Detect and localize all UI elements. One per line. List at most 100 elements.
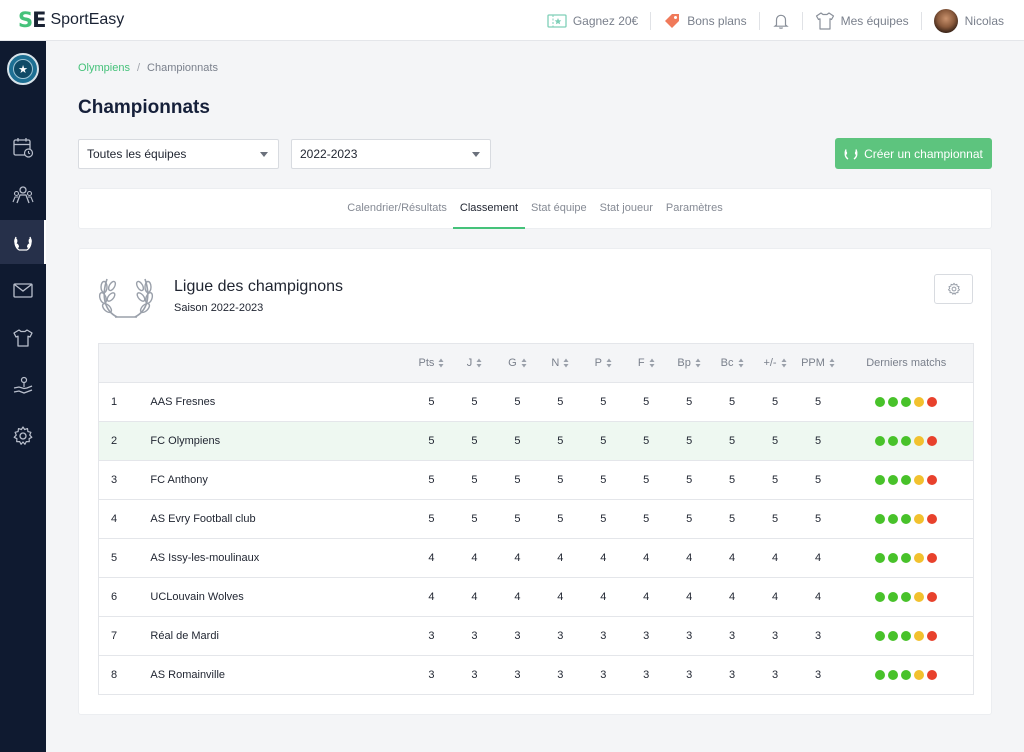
- team-name[interactable]: FC Olympiens: [150, 422, 410, 461]
- sporteasy-logo[interactable]: SE SportEasy: [18, 9, 124, 31]
- form-dot: [888, 631, 899, 642]
- table-row[interactable]: 8 AS Romainville 3 3 3 3 3 3 3 3 3 3: [98, 655, 974, 695]
- form-dot: [875, 631, 886, 642]
- sidebar-item-members[interactable]: [0, 173, 46, 217]
- sidebar-item-equipment[interactable]: [0, 316, 46, 360]
- my-teams-link[interactable]: Mes équipes: [803, 0, 921, 41]
- stat-cell: 5: [428, 435, 435, 447]
- chevron-down-icon: [472, 152, 480, 157]
- sidebar-item-messages[interactable]: [0, 268, 46, 312]
- col-header-label: +/-: [763, 357, 777, 369]
- col-header[interactable]: Bp: [668, 344, 711, 383]
- jersey-icon: [815, 11, 834, 30]
- col-header[interactable]: Bc: [711, 344, 754, 383]
- stat-cell: 3: [557, 669, 564, 681]
- laurel-icon: [844, 148, 858, 160]
- stat-cell: 5: [729, 474, 736, 486]
- sort-icon: [476, 358, 482, 368]
- form-dot: [875, 436, 886, 447]
- team-name[interactable]: UCLouvain Wolves: [150, 578, 410, 617]
- stat-cell: 4: [600, 552, 607, 564]
- referral-link[interactable]: Gagnez 20€: [535, 0, 650, 41]
- team-name[interactable]: AS Romainville: [150, 656, 410, 695]
- col-header[interactable]: J: [453, 344, 496, 383]
- stat-cell: 5: [428, 396, 435, 408]
- tab-calendar-results[interactable]: Calendrier/Résultats: [341, 189, 454, 229]
- team-name[interactable]: Réal de Mardi: [150, 617, 410, 656]
- stat-cell: 3: [729, 630, 736, 642]
- stat-cell: 4: [643, 552, 650, 564]
- tab-settings[interactable]: Paramètres: [659, 189, 729, 229]
- club-badge[interactable]: ★: [7, 53, 39, 85]
- col-header[interactable]: N: [539, 344, 582, 383]
- team-name[interactable]: AS Evry Football club: [150, 500, 410, 539]
- form-dot: [888, 514, 899, 525]
- col-header-label: F: [637, 357, 645, 369]
- stat-cell: 3: [643, 630, 650, 642]
- stat-cell: 5: [514, 474, 521, 486]
- tab-standings[interactable]: Classement: [453, 189, 525, 229]
- table-row[interactable]: 1 AAS Fresnes 5 5 5 5 5 5 5 5 5 5: [98, 382, 974, 422]
- form-dot: [888, 592, 899, 603]
- form-dot: [901, 397, 912, 408]
- sidebar-item-championships[interactable]: [0, 220, 46, 264]
- create-championship-button[interactable]: Créer un championnat: [835, 138, 992, 169]
- stat-cell: 5: [643, 513, 650, 525]
- stat-cell: 4: [771, 552, 779, 564]
- stat-cell: 4: [428, 552, 435, 564]
- tag-icon: [665, 13, 680, 28]
- table-row[interactable]: 7 Réal de Mardi 3 3 3 3 3 3 3 3 3 3: [98, 616, 974, 656]
- form-dot: [927, 592, 938, 603]
- col-header-label: N: [551, 357, 560, 369]
- form-dot: [914, 514, 925, 525]
- season-select-value: 2022-2023: [300, 147, 358, 161]
- table-row[interactable]: 5 AS Issy-les-moulinaux 4 4 4 4 4 4 4 4 4 4: [98, 538, 974, 578]
- col-header[interactable]: PPM: [797, 344, 840, 383]
- league-settings-button[interactable]: [934, 274, 973, 304]
- league-name: Ligue des champignons: [174, 278, 344, 295]
- stat-cell: 5: [514, 435, 521, 447]
- col-header-label: Pts: [418, 357, 435, 369]
- stat-cell: 3: [514, 630, 521, 642]
- form-dot: [875, 553, 886, 564]
- form-dot: [901, 553, 912, 564]
- table-row[interactable]: 4 AS Evry Football club 5 5 5 5 5 5 5 5 5 5: [98, 499, 974, 539]
- sidebar-item-settings[interactable]: [0, 414, 46, 458]
- stat-cell: 5: [814, 474, 822, 486]
- col-header[interactable]: +/-: [754, 344, 797, 383]
- sort-icon: [695, 358, 701, 368]
- season-select[interactable]: 2022-2023: [291, 139, 491, 169]
- team-name[interactable]: FC Anthony: [150, 461, 410, 500]
- form-dots: [875, 397, 938, 408]
- deals-link[interactable]: Bons plans: [651, 0, 758, 41]
- star-icon: ★: [13, 59, 33, 79]
- sidebar-item-sponsors[interactable]: [0, 364, 46, 408]
- tab-player-stats[interactable]: Stat joueur: [593, 189, 659, 229]
- table-row[interactable]: 2 FC Olympiens 5 5 5 5 5 5 5 5 5 5: [98, 421, 974, 461]
- form-dot: [875, 475, 886, 486]
- sidebar-item-calendar[interactable]: [0, 125, 46, 169]
- table-row[interactable]: 6 UCLouvain Wolves 4 4 4 4 4 4 4 4 4 4: [98, 577, 974, 617]
- stat-cell: 4: [729, 591, 736, 603]
- team-name[interactable]: AS Issy-les-moulinaux: [150, 539, 410, 578]
- page-title: Championnats: [78, 97, 210, 118]
- table-row[interactable]: 3 FC Anthony 5 5 5 5 5 5 5 5 5 5: [98, 460, 974, 500]
- breadcrumb-root[interactable]: Olympiens: [78, 62, 130, 74]
- col-header[interactable]: Pts: [410, 344, 453, 383]
- col-header[interactable]: G: [496, 344, 539, 383]
- col-header[interactable]: P: [582, 344, 625, 383]
- stat-cell: 4: [471, 591, 478, 603]
- stat-cell: 5: [729, 513, 736, 525]
- team-select[interactable]: Toutes les équipes: [78, 139, 279, 169]
- form-dot: [888, 475, 899, 486]
- team-name[interactable]: AAS Fresnes: [150, 383, 410, 422]
- user-menu[interactable]: Nicolas: [922, 0, 1004, 41]
- team-rank: 7: [111, 630, 118, 642]
- logo-text: SportEasy: [50, 11, 125, 28]
- form-dot: [901, 514, 912, 525]
- stat-cell: 3: [771, 669, 779, 681]
- col-header[interactable]: F: [625, 344, 668, 383]
- team-rank: 1: [111, 396, 118, 408]
- notifications-button[interactable]: [760, 0, 802, 41]
- tab-team-stats[interactable]: Stat équipe: [525, 189, 594, 229]
